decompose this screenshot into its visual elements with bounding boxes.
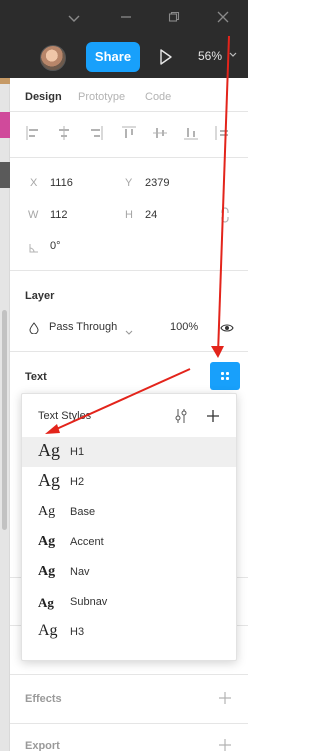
blend-mode-drop-icon <box>28 321 40 335</box>
style-sample: Ag <box>38 504 56 519</box>
text-styles-button[interactable] <box>210 362 240 390</box>
style-label: Base <box>70 506 96 518</box>
align-left-icon[interactable] <box>25 125 41 141</box>
add-effect-icon[interactable] <box>218 691 232 709</box>
canvas-scrollbar[interactable] <box>2 310 7 530</box>
blend-mode-select[interactable]: Pass Through <box>49 321 117 333</box>
divider <box>10 270 248 271</box>
popup-title: Text Styles <box>38 410 92 422</box>
divider <box>10 157 248 158</box>
style-label: H2 <box>70 476 85 488</box>
text-section-title: Text <box>25 371 47 383</box>
align-bottom-icon[interactable] <box>183 125 199 141</box>
divider <box>10 723 248 724</box>
divider <box>10 674 248 675</box>
divider <box>10 351 248 352</box>
visibility-eye-icon[interactable] <box>220 321 234 333</box>
distribute-icon[interactable] <box>214 125 230 141</box>
blend-mode-chevron-icon[interactable] <box>125 323 133 335</box>
zoom-chevron-icon[interactable] <box>229 50 237 60</box>
canvas-mark <box>0 78 10 84</box>
w-label: W <box>28 209 39 221</box>
grid-dot-icon <box>226 372 229 375</box>
align-top-icon[interactable] <box>121 125 137 141</box>
grid-dot-icon <box>221 372 224 375</box>
align-vertical-center-icon[interactable] <box>152 125 168 141</box>
window-titlebar <box>0 0 248 37</box>
canvas-mark <box>0 112 10 138</box>
style-sample: Ag <box>38 440 60 460</box>
style-label: H1 <box>70 446 85 458</box>
restore-icon[interactable] <box>164 9 184 29</box>
text-styles-popup: Text Styles Ag H1 Ag H2 Ag Base Ag Accen… <box>21 393 237 661</box>
tab-prototype[interactable]: Prototype <box>78 91 125 103</box>
align-right-icon[interactable] <box>88 125 104 141</box>
share-button[interactable]: Share <box>86 42 140 72</box>
x-field[interactable]: 1116 <box>50 177 73 189</box>
user-avatar[interactable] <box>40 45 66 71</box>
style-label: Accent <box>70 536 104 548</box>
style-sample: Ag <box>38 595 54 610</box>
layer-section-title: Layer <box>25 290 55 302</box>
text-style-item-subnav[interactable]: Ag Subnav <box>22 587 236 617</box>
constrain-proportions-icon[interactable] <box>219 207 231 223</box>
zoom-level[interactable]: 56% <box>198 49 222 63</box>
present-play-icon[interactable] <box>158 48 174 66</box>
style-settings-icon[interactable] <box>174 408 188 424</box>
export-section-title: Export <box>25 740 60 751</box>
text-style-item-h1[interactable]: Ag H1 <box>22 437 236 467</box>
y-label: Y <box>125 177 133 189</box>
opacity-field[interactable]: 100% <box>170 321 198 333</box>
style-sample: Ag <box>38 534 56 549</box>
text-style-item-h2[interactable]: Ag H2 <box>22 467 236 497</box>
grid-dot-icon <box>226 377 229 380</box>
x-label: X <box>30 177 38 189</box>
text-style-item-h3[interactable]: Ag H3 <box>22 617 236 647</box>
rotation-field[interactable]: 0° <box>50 240 61 252</box>
chevron-down-icon[interactable] <box>64 9 84 29</box>
style-label: Nav <box>70 566 90 578</box>
tab-design[interactable]: Design <box>25 91 62 103</box>
close-icon[interactable] <box>213 9 233 29</box>
add-style-icon[interactable] <box>206 409 220 423</box>
canvas-mark <box>0 162 10 188</box>
style-sample: Ag <box>38 470 60 490</box>
align-horizontal-center-icon[interactable] <box>56 125 72 141</box>
rotation-icon <box>29 240 39 253</box>
style-sample: Ag <box>38 622 58 639</box>
style-label: H3 <box>70 626 85 638</box>
effects-section-title: Effects <box>25 693 62 705</box>
divider <box>10 111 248 112</box>
text-style-item-base[interactable]: Ag Base <box>22 497 236 527</box>
tab-code[interactable]: Code <box>145 91 171 103</box>
width-field[interactable]: 112 <box>50 209 68 221</box>
y-field[interactable]: 2379 <box>145 177 169 189</box>
h-label: H <box>125 209 133 221</box>
grid-dot-icon <box>221 377 224 380</box>
style-label: Subnav <box>70 596 108 608</box>
add-export-icon[interactable] <box>218 738 232 751</box>
text-style-item-nav[interactable]: Ag Nav <box>22 557 236 587</box>
style-sample: Ag <box>38 564 56 579</box>
minimize-icon[interactable] <box>116 9 136 29</box>
height-field[interactable]: 24 <box>145 209 157 221</box>
text-style-item-accent[interactable]: Ag Accent <box>22 527 236 557</box>
